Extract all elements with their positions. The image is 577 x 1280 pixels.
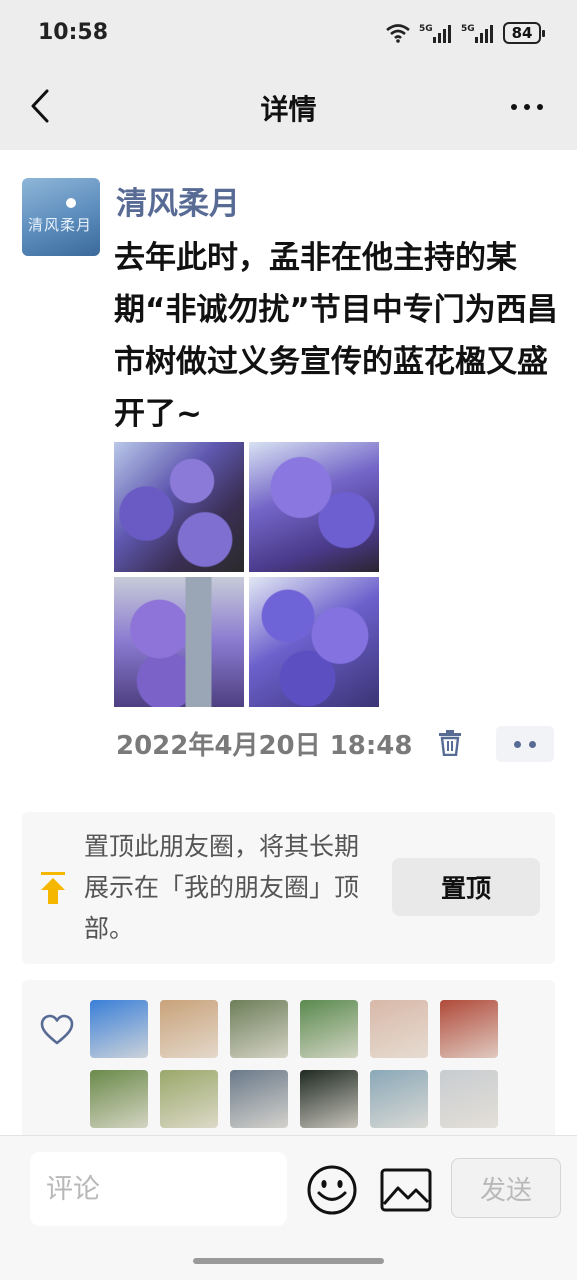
svg-text:5G: 5G (461, 24, 475, 34)
liker-avatar[interactable] (230, 1070, 288, 1128)
battery-icon: 84 (503, 22, 545, 44)
image-icon[interactable] (380, 1168, 432, 1212)
liker-avatar[interactable] (440, 1070, 498, 1128)
like-comment-button[interactable] (496, 726, 554, 762)
wifi-icon (386, 24, 410, 43)
dot-icon (537, 104, 543, 110)
liker-avatar[interactable] (90, 1000, 148, 1058)
liker-avatar[interactable] (300, 1070, 358, 1128)
likes-card (22, 980, 555, 1135)
pin-button[interactable]: 置顶 (392, 858, 540, 916)
dot-icon (511, 104, 517, 110)
signal-icon: 5G (419, 24, 451, 43)
status-time: 10:58 (38, 20, 109, 45)
liker-avatar[interactable] (440, 1000, 498, 1058)
moon-icon (66, 198, 76, 208)
pin-card: 置顶此朋友圈，将其长期展示在「我的朋友圈」顶部。 置顶 (22, 812, 555, 964)
liker-avatar[interactable] (90, 1070, 148, 1128)
home-indicator[interactable] (193, 1258, 384, 1264)
status-bar: 10:58 5G 5G 84 (0, 0, 577, 70)
dot-icon (529, 740, 536, 748)
photo-grid (114, 442, 380, 707)
comment-bar: 发送 (0, 1135, 577, 1280)
more-options-button[interactable] (507, 92, 547, 122)
author-name[interactable]: 清风柔月 (116, 178, 240, 223)
liker-avatar[interactable] (230, 1000, 288, 1058)
liker-avatar[interactable] (300, 1000, 358, 1058)
dot-icon (514, 740, 521, 748)
nav-bar: 详情 (0, 70, 577, 150)
status-icons: 5G 5G 84 (385, 22, 545, 44)
trash-icon[interactable] (438, 730, 462, 756)
post-photo[interactable] (114, 577, 244, 707)
post-timestamp: 2022年4月20日 18:48 (116, 731, 413, 761)
comment-input[interactable] (30, 1152, 287, 1226)
post-photo[interactable] (114, 442, 244, 572)
signal-icon-2: 5G (461, 24, 493, 43)
author-avatar[interactable]: 清风柔月 (22, 178, 100, 256)
pin-description: 置顶此朋友圈，将其长期展示在「我的朋友圈」顶部。 (84, 832, 360, 943)
svg-text:5G: 5G (419, 24, 433, 34)
pin-top-icon (41, 872, 65, 904)
post-photo[interactable] (249, 577, 379, 707)
post-photo[interactable] (249, 442, 379, 572)
avatar-text: 清风柔月 (28, 216, 93, 234)
page-title: 详情 (260, 93, 317, 126)
heart-icon (40, 1014, 74, 1045)
post-text: 去年此时，孟非在他主持的某期“非诚勿扰”节目中专门为西昌市树做过义务宣传的蓝花楹… (114, 240, 558, 432)
liker-avatar[interactable] (160, 1070, 218, 1128)
liker-avatar[interactable] (160, 1000, 218, 1058)
send-button[interactable]: 发送 (451, 1158, 561, 1218)
post-detail: 清风柔月 清风柔月 去年此时，孟非在他主持的某期“非诚勿扰”节目中专门为西昌市树… (0, 150, 577, 1135)
emoji-icon[interactable] (306, 1164, 358, 1216)
liker-avatar[interactable] (370, 1070, 428, 1128)
liker-avatar[interactable] (370, 1000, 428, 1058)
dot-icon (524, 104, 530, 110)
